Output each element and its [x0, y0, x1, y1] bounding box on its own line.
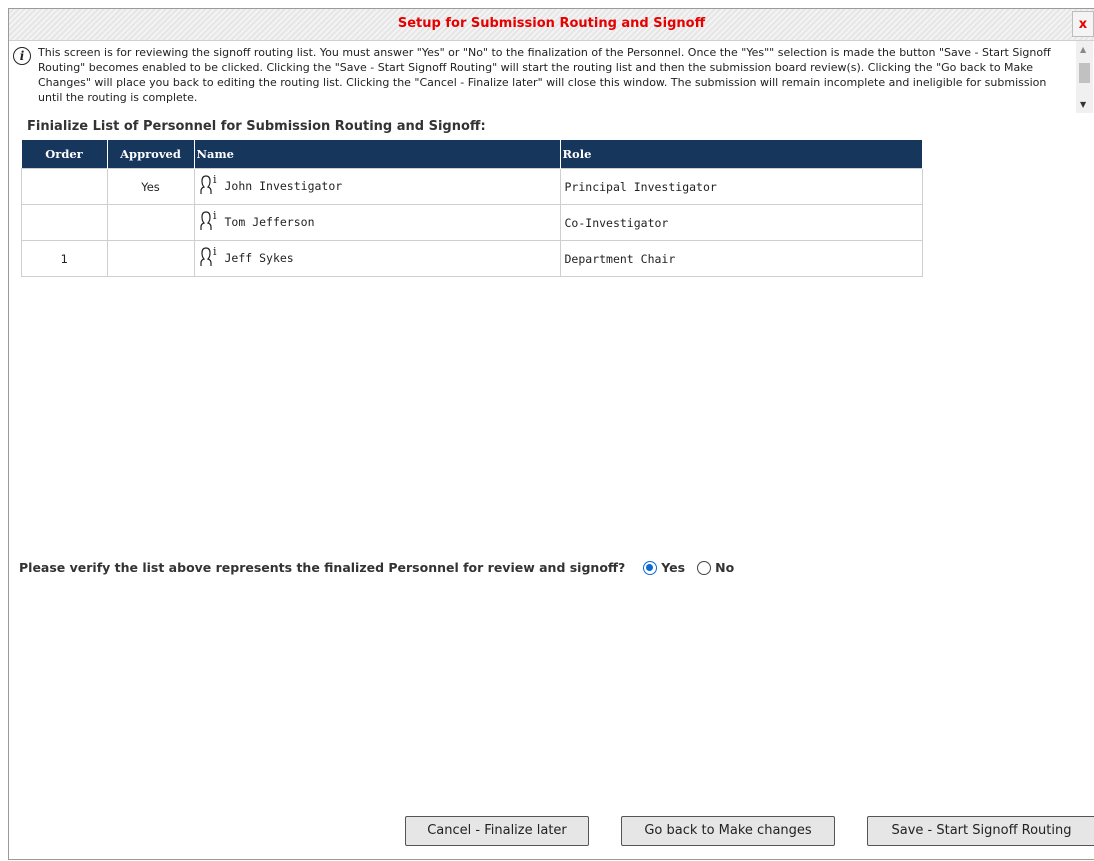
- verify-question: Please verify the list above represents …: [19, 560, 626, 575]
- table-row: 1 i Jeff Sykes Department Chair: [21, 240, 923, 277]
- cell-role: Co-Investigator: [559, 204, 923, 241]
- cancel-finalize-later-button[interactable]: Cancel - Finalize later: [405, 816, 589, 846]
- radio-yes-label[interactable]: Yes: [661, 560, 685, 575]
- cell-name: i Tom Jefferson: [193, 204, 561, 241]
- column-header-role[interactable]: Role: [560, 140, 923, 169]
- personnel-table: Order Approved Name Role Yes i John Inve…: [21, 140, 923, 277]
- person-info-icon[interactable]: i: [199, 209, 219, 235]
- go-back-button[interactable]: Go back to Make changes: [621, 816, 835, 846]
- column-header-order[interactable]: Order: [21, 140, 108, 169]
- cell-approved: Yes: [106, 168, 195, 205]
- svg-text:i: i: [213, 246, 217, 258]
- person-info-icon[interactable]: i: [199, 173, 219, 199]
- table-header-row: Order Approved Name Role: [21, 140, 923, 169]
- title-bar: Setup for Submission Routing and Signoff…: [9, 9, 1094, 41]
- notice-panel: i This screen is for reviewing the signo…: [9, 41, 1093, 113]
- info-icon: i: [13, 47, 31, 65]
- cell-name: i Jeff Sykes: [193, 240, 561, 277]
- radio-no-label[interactable]: No: [715, 560, 734, 575]
- cell-order: [21, 204, 108, 241]
- table-row: Yes i John Investigator Principal Invest…: [21, 168, 923, 205]
- radio-no[interactable]: [697, 560, 712, 575]
- column-header-name[interactable]: Name: [194, 140, 561, 169]
- verify-radio-group: Yes No: [643, 560, 746, 575]
- cell-name: i John Investigator: [193, 168, 561, 205]
- scroll-down-icon[interactable]: ▼: [1080, 100, 1086, 109]
- person-name: Jeff Sykes: [224, 251, 294, 265]
- cell-role: Department Chair: [559, 240, 923, 277]
- verify-question-row: Please verify the list above represents …: [19, 560, 746, 575]
- cell-approved: [106, 240, 195, 277]
- person-name: Tom Jefferson: [224, 215, 315, 229]
- notice-text: This screen is for reviewing the signoff…: [38, 46, 1051, 104]
- svg-text:i: i: [213, 210, 217, 222]
- radio-yes[interactable]: [643, 560, 658, 575]
- svg-text:i: i: [213, 174, 217, 186]
- save-start-signoff-button[interactable]: Save - Start Signoff Routing: [867, 816, 1094, 846]
- cell-role: Principal Investigator: [559, 168, 923, 205]
- scroll-up-icon[interactable]: ▲: [1080, 45, 1086, 54]
- dialog-title: Setup for Submission Routing and Signoff: [397, 16, 706, 31]
- cell-approved: [106, 204, 195, 241]
- column-header-approved[interactable]: Approved: [107, 140, 195, 169]
- table-row: i Tom Jefferson Co-Investigator: [21, 204, 923, 241]
- scroll-thumb[interactable]: [1079, 63, 1090, 83]
- person-info-icon[interactable]: i: [199, 245, 219, 271]
- close-button[interactable]: x: [1072, 11, 1094, 37]
- notice-scrollbar[interactable]: ▲ ▼: [1076, 41, 1093, 113]
- person-name: John Investigator: [224, 179, 343, 193]
- routing-dialog: Setup for Submission Routing and Signoff…: [8, 8, 1094, 860]
- cell-order: 1: [21, 240, 108, 277]
- cell-order: [21, 168, 108, 205]
- section-title: Finialize List of Personnel for Submissi…: [27, 119, 486, 134]
